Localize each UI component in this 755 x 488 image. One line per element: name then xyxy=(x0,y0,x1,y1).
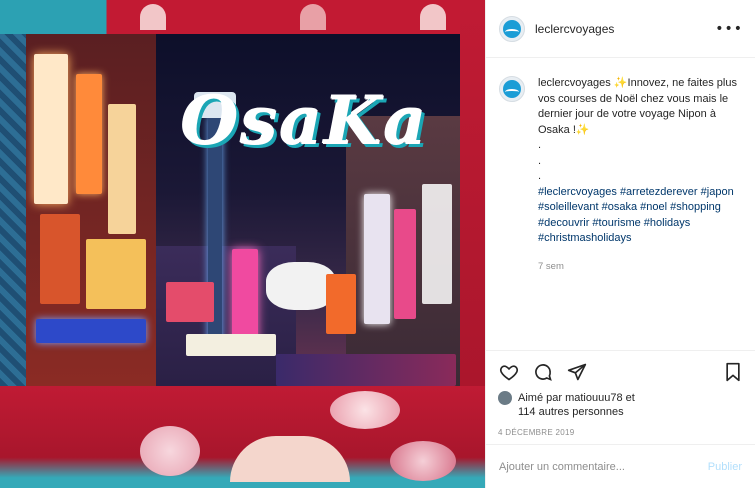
likes-line-2: 114 autres personnes xyxy=(518,406,624,418)
liker-avatar xyxy=(498,391,512,405)
hashtag[interactable]: #arretezderever xyxy=(620,186,698,198)
post-header: leclercvoyages ••• xyxy=(486,0,755,58)
hashtag[interactable]: #osaka xyxy=(602,201,637,213)
post-side-panel: leclercvoyages ••• leclercvoyages ✨Innov… xyxy=(485,0,755,488)
hashtag[interactable]: #shopping xyxy=(670,201,721,213)
caption-username[interactable]: leclercvoyages xyxy=(538,77,611,89)
post-modal: OsaKa leclercvoyages ••• leclercvoyages … xyxy=(0,0,755,488)
more-options-icon[interactable]: ••• xyxy=(715,21,743,37)
caption-avatar[interactable] xyxy=(499,76,525,102)
caption-time[interactable]: 7 sem xyxy=(538,259,744,275)
bookmark-icon[interactable] xyxy=(722,361,744,383)
likes-summary[interactable]: Aimé par matiouuu78 et 114 autres person… xyxy=(498,391,744,419)
pattern-border-top xyxy=(0,0,485,34)
avatar[interactable] xyxy=(499,15,525,42)
hashtag[interactable]: #soleillevant xyxy=(538,201,599,213)
osaka-street-photo: OsaKa xyxy=(26,34,460,386)
caption: leclercvoyages ✨Innovez, ne faites plus … xyxy=(486,58,755,350)
hashtag[interactable]: #noel xyxy=(640,201,667,213)
share-icon[interactable] xyxy=(566,361,588,383)
leclerc-logo-icon xyxy=(503,19,521,38)
hashtag[interactable]: #japon xyxy=(701,186,734,198)
hashtag[interactable]: #decouvrir xyxy=(538,217,589,229)
header-username[interactable]: leclercvoyages xyxy=(535,22,715,36)
post-actions: Aimé par matiouuu78 et 114 autres person… xyxy=(486,350,755,437)
comment-icon[interactable] xyxy=(532,361,554,383)
hashtag[interactable]: #christmasholidays xyxy=(538,232,632,244)
hashtag[interactable]: #leclercvoyages xyxy=(538,186,617,198)
post-date[interactable]: 4 DÉCEMBRE 2019 xyxy=(498,428,744,437)
image-title: OsaKa xyxy=(181,82,429,160)
heart-icon[interactable] xyxy=(498,361,520,383)
hashtag[interactable]: #tourisme xyxy=(592,217,640,229)
caption-body: leclercvoyages ✨Innovez, ne faites plus … xyxy=(538,76,744,350)
hashtag[interactable]: #holidays xyxy=(644,217,690,229)
pattern-border-bottom xyxy=(0,386,485,488)
comment-input[interactable] xyxy=(499,460,708,473)
post-image[interactable]: OsaKa xyxy=(0,0,485,488)
comment-box: Publier xyxy=(486,444,755,488)
hashtag-list: #leclercvoyages #arretezderever #japon #… xyxy=(538,185,744,247)
likes-line-1: Aimé par matiouuu78 et xyxy=(518,392,635,404)
caption-text: ✨Innovez, ne faites plus vos courses de … xyxy=(538,77,737,182)
publish-button[interactable]: Publier xyxy=(708,461,742,473)
leclerc-logo-icon xyxy=(503,80,521,98)
